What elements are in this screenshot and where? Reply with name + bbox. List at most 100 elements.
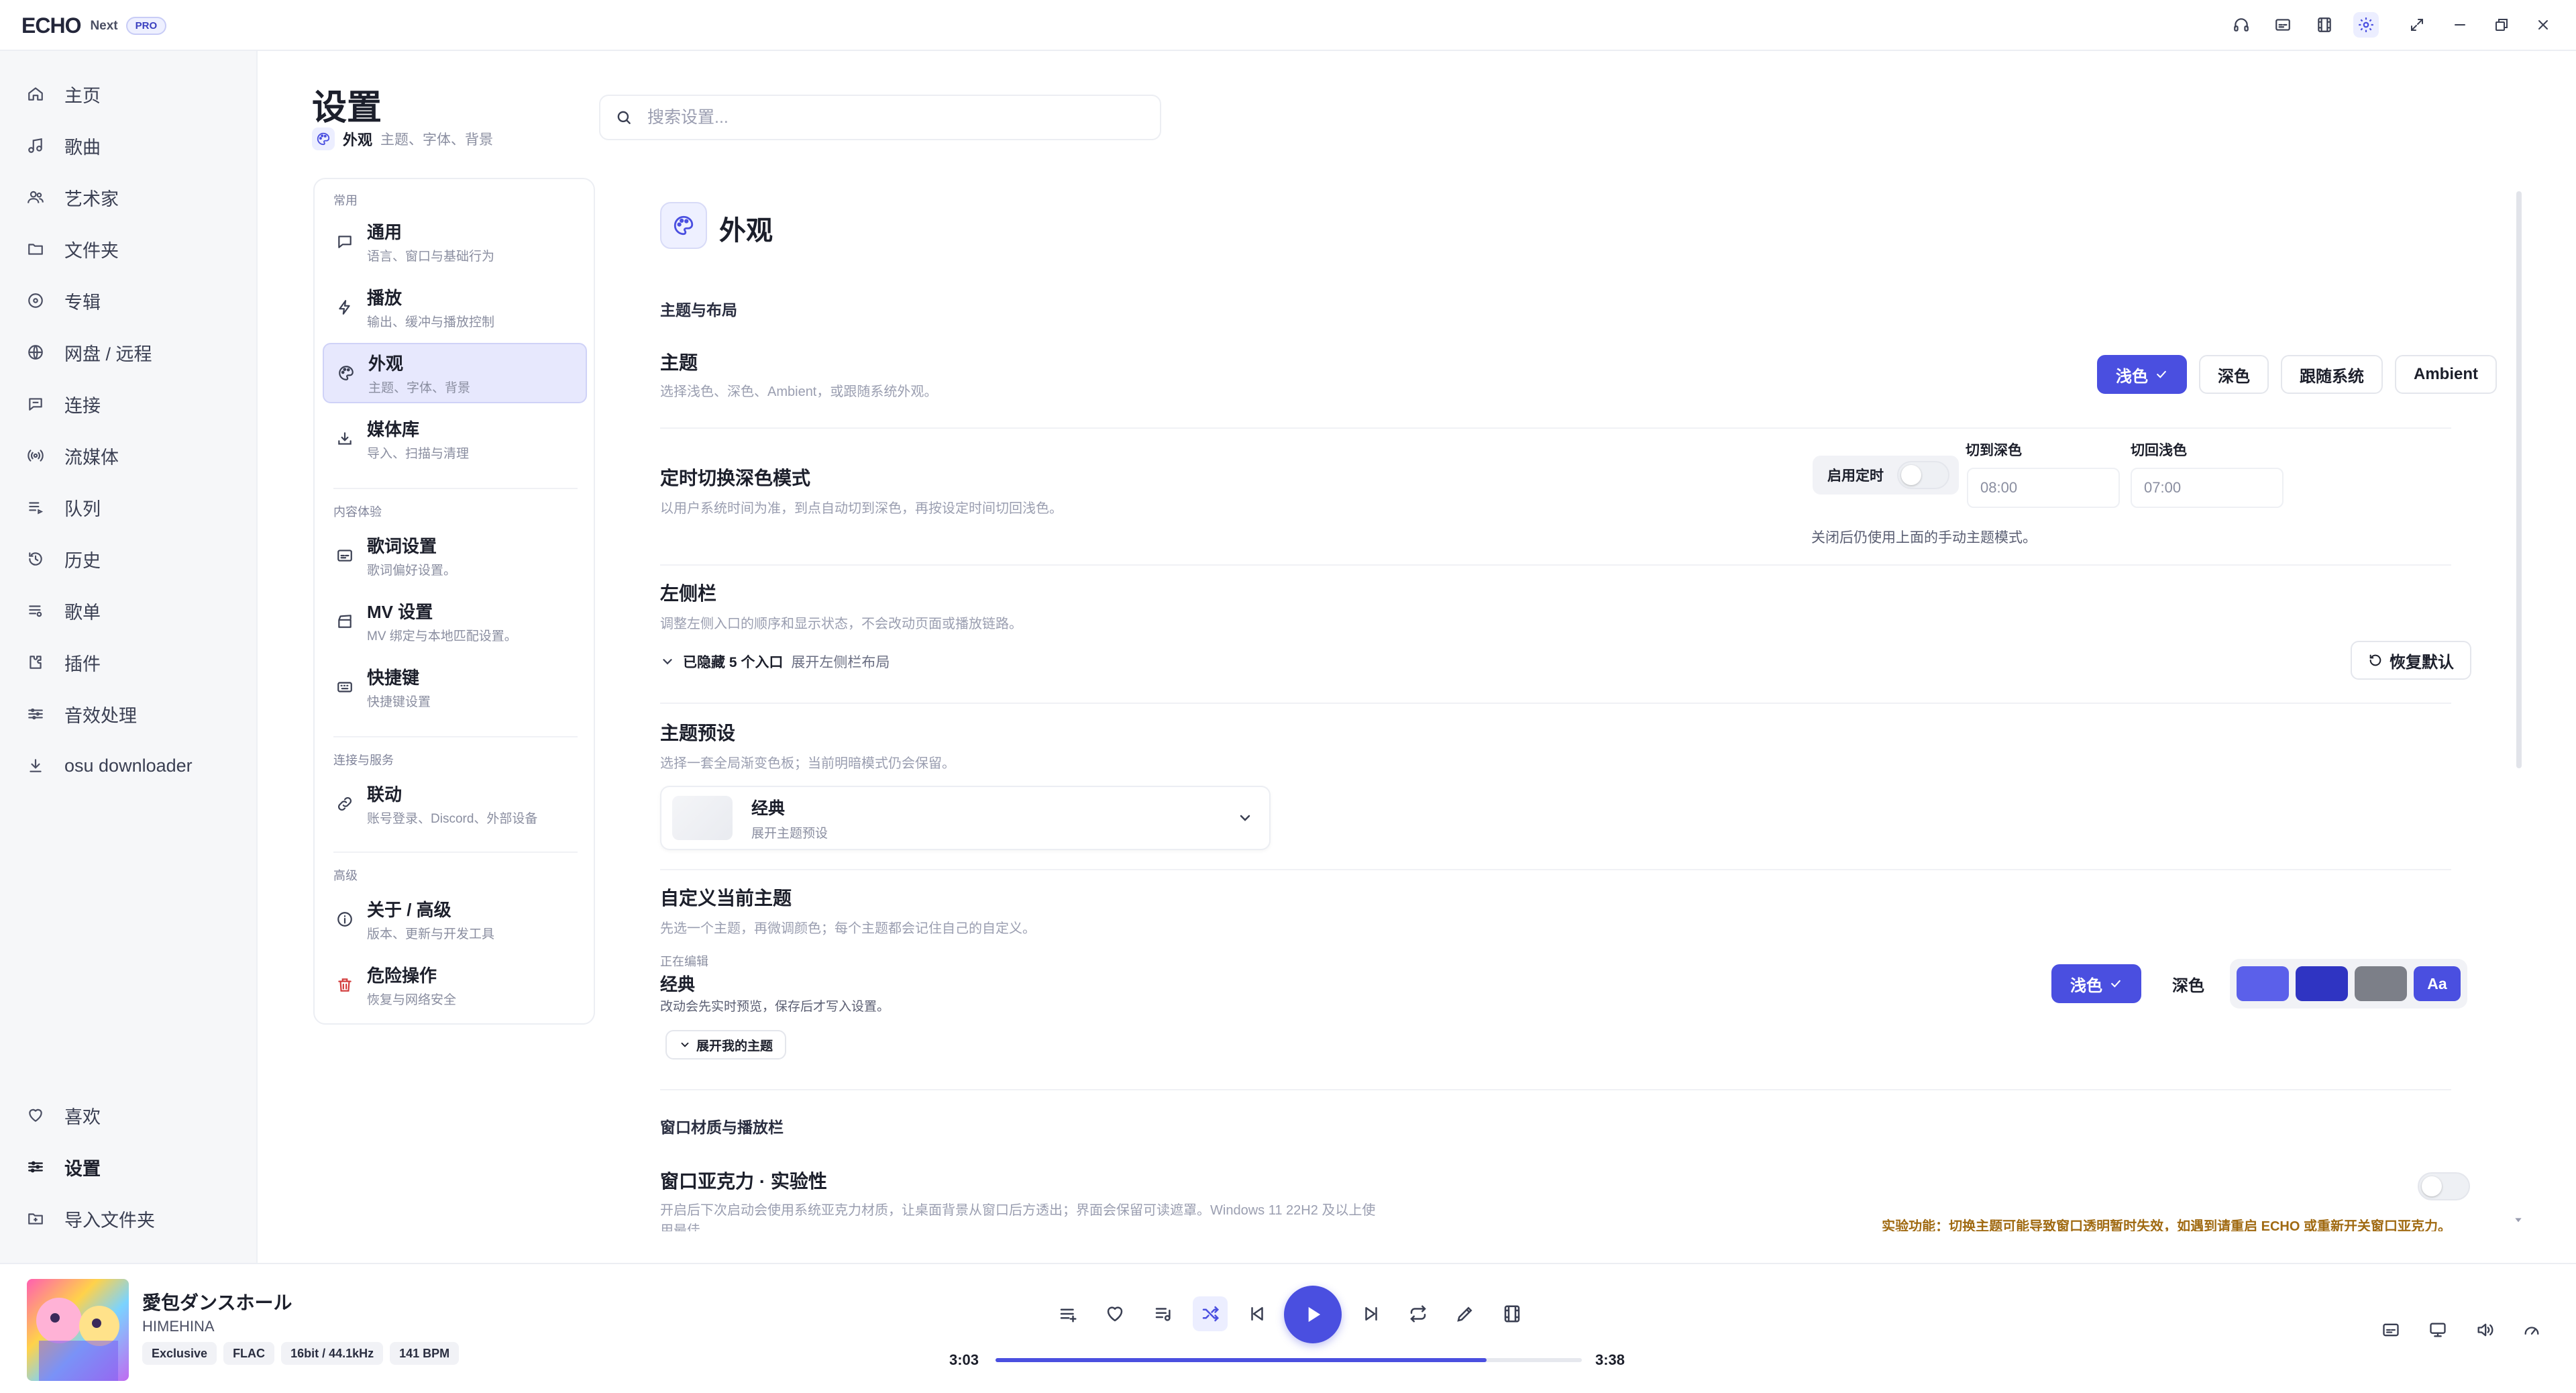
preset-sub: 展开主题预设 xyxy=(751,826,828,841)
sidebar-item-history[interactable]: 历史 xyxy=(27,539,241,579)
next-button[interactable] xyxy=(1354,1296,1389,1331)
album-cover[interactable] xyxy=(27,1279,129,1381)
sidebar-item-label: osu downloader xyxy=(64,755,193,776)
download-icon xyxy=(30,759,42,772)
sidebar-item-folders[interactable]: 文件夹 xyxy=(27,229,241,269)
category-playback[interactable]: 播放 输出、缓冲与播放控制 xyxy=(323,277,587,338)
sidebar-hidden-toggle[interactable]: 已隐藏 5 个入口 展开左侧栏布局 xyxy=(660,652,890,672)
scroll-down-icon[interactable] xyxy=(2513,1215,2524,1225)
shuffle-button[interactable] xyxy=(1193,1296,1228,1331)
progress-bar[interactable] xyxy=(996,1358,1582,1362)
theme-option-light[interactable]: 浅色 xyxy=(2097,355,2187,394)
restore-button[interactable] xyxy=(2489,12,2514,38)
breadcrumb-sub: 主题、字体、背景 xyxy=(380,132,494,148)
color-swatch-secondary[interactable] xyxy=(2296,966,2348,1001)
chat-icon xyxy=(29,398,42,411)
output-device-button[interactable] xyxy=(2422,1314,2454,1346)
title-bar: ECHO Next PRO xyxy=(0,0,2576,51)
volume-button[interactable] xyxy=(2469,1314,2501,1346)
palette-icon xyxy=(339,366,354,380)
theme-option-ambient[interactable]: Ambient xyxy=(2395,355,2497,394)
repeat-button[interactable] xyxy=(1401,1296,1436,1331)
light-time-input[interactable]: 07:00 xyxy=(2131,468,2284,508)
expand-my-themes-button[interactable]: 展开我的主题 xyxy=(665,1030,787,1060)
divider xyxy=(660,869,2451,870)
sidebar-item-import-folder[interactable]: 导入文件夹 xyxy=(27,1198,241,1239)
users-icon xyxy=(28,191,44,203)
badge-sample-rate: 16bit / 44.1kHz xyxy=(281,1342,384,1365)
acrylic-toggle[interactable] xyxy=(2418,1172,2470,1200)
theme-preset-dropdown[interactable]: 经典 展开主题预设 xyxy=(660,786,1271,850)
lyrics-button[interactable] xyxy=(2270,12,2296,38)
font-swatch-button[interactable]: Aa xyxy=(2414,966,2461,1001)
theme-option-system[interactable]: 跟随系统 xyxy=(2281,355,2383,394)
sidebar-item-favorites[interactable]: 喜欢 xyxy=(27,1095,241,1135)
sidebar-item-osu-downloader[interactable]: osu downloader xyxy=(27,745,241,786)
sidebar-item-label: 喜欢 xyxy=(64,1106,101,1127)
sidebar-item-queue[interactable]: 队列 xyxy=(27,487,241,527)
sidebar-item-settings[interactable]: 设置 xyxy=(27,1147,241,1187)
sidebar-item-label: 文件夹 xyxy=(64,240,119,261)
like-button[interactable] xyxy=(1097,1296,1132,1331)
trash-icon xyxy=(338,978,352,992)
settings-search[interactable] xyxy=(599,95,1161,140)
schedule-toggle[interactable] xyxy=(1897,461,1949,489)
theme-option-dark[interactable]: 深色 xyxy=(2199,355,2269,394)
sidebar-item-playlists[interactable]: 歌单 xyxy=(27,590,241,631)
queue-button[interactable] xyxy=(1146,1296,1181,1331)
share-button[interactable] xyxy=(1448,1296,1483,1331)
sidebar-item-artists[interactable]: 艺术家 xyxy=(27,177,241,217)
sidebar-item-albums[interactable]: 专辑 xyxy=(27,280,241,321)
preset-name: 经典 xyxy=(751,798,786,818)
lyrics-toggle-button[interactable] xyxy=(2375,1314,2407,1346)
sidebar-item-connect[interactable]: 连接 xyxy=(27,384,241,424)
captions-icon xyxy=(2275,19,2290,31)
color-swatch-neutral[interactable] xyxy=(2355,966,2407,1001)
custom-mode-light[interactable]: 浅色 xyxy=(2051,964,2141,1003)
speed-button[interactable] xyxy=(2516,1314,2548,1346)
search-input[interactable] xyxy=(647,107,1117,127)
sidebar-item-label: 网盘 / 远程 xyxy=(64,344,152,364)
close-button[interactable] xyxy=(2530,12,2556,38)
fullscreen-button[interactable] xyxy=(2404,12,2430,38)
headphones-button[interactable] xyxy=(2229,12,2254,38)
custom-mode-dark[interactable]: 深色 xyxy=(2153,964,2223,1003)
content-scrollbar[interactable] xyxy=(2516,191,2522,768)
category-lyrics[interactable]: 歌词设置 歌词偏好设置。 xyxy=(323,525,587,586)
sidebar-item-plugins[interactable]: 插件 xyxy=(27,642,241,682)
sidebar-item-streaming[interactable]: 流媒体 xyxy=(27,435,241,476)
category-library[interactable]: 媒体库 导入、扫描与清理 xyxy=(323,409,587,469)
playlist-add-button[interactable] xyxy=(1051,1296,1085,1331)
category-mv[interactable]: MV 设置 MV 绑定与本地匹配设置。 xyxy=(323,591,587,652)
song-artist[interactable]: HIMEHINA xyxy=(142,1318,215,1335)
keyboard-icon xyxy=(337,682,352,692)
category-general[interactable]: 通用 语言、窗口与基础行为 xyxy=(323,211,587,272)
play-button[interactable] xyxy=(1284,1286,1342,1343)
sidebar-item-songs[interactable]: 歌曲 xyxy=(27,125,241,166)
category-divider xyxy=(333,736,578,737)
time-total: 3:38 xyxy=(1595,1351,1625,1368)
category-about[interactable]: 关于 / 高级 版本、更新与开发工具 xyxy=(323,889,587,949)
category-integrations[interactable]: 联动 账号登录、Discord、外部设备 xyxy=(323,774,587,834)
category-sub: 歌词偏好设置。 xyxy=(367,564,457,578)
mv-player-button[interactable] xyxy=(1495,1296,1529,1331)
dark-time-input[interactable]: 08:00 xyxy=(1967,468,2120,508)
color-swatch-primary[interactable] xyxy=(2237,966,2289,1001)
category-appearance[interactable]: 外观 主题、字体、背景 xyxy=(323,343,587,403)
reset-default-button[interactable]: 恢复默认 xyxy=(2351,641,2471,680)
volume-icon xyxy=(2477,1323,2493,1337)
folder-icon xyxy=(28,244,43,255)
category-danger[interactable]: 危险操作 恢复与网络安全 xyxy=(323,955,587,1015)
mv-button[interactable] xyxy=(2312,12,2337,38)
sidebar-item-home[interactable]: 主页 xyxy=(27,74,241,114)
sidebar-item-cloud[interactable]: 网盘 / 远程 xyxy=(27,332,241,372)
expand-my-themes-label: 展开我的主题 xyxy=(696,1039,773,1053)
sidebar-item-audio-fx[interactable]: 音效处理 xyxy=(27,694,241,734)
divider xyxy=(660,564,2451,566)
category-title: 危险操作 xyxy=(367,966,437,986)
settings-button[interactable] xyxy=(2353,12,2379,38)
previous-button[interactable] xyxy=(1240,1296,1275,1331)
category-shortcuts[interactable]: 快捷键 快捷键设置 xyxy=(323,657,587,717)
group-title: 窗口材质与播放栏 xyxy=(660,1119,784,1136)
minimize-button[interactable] xyxy=(2447,12,2473,38)
